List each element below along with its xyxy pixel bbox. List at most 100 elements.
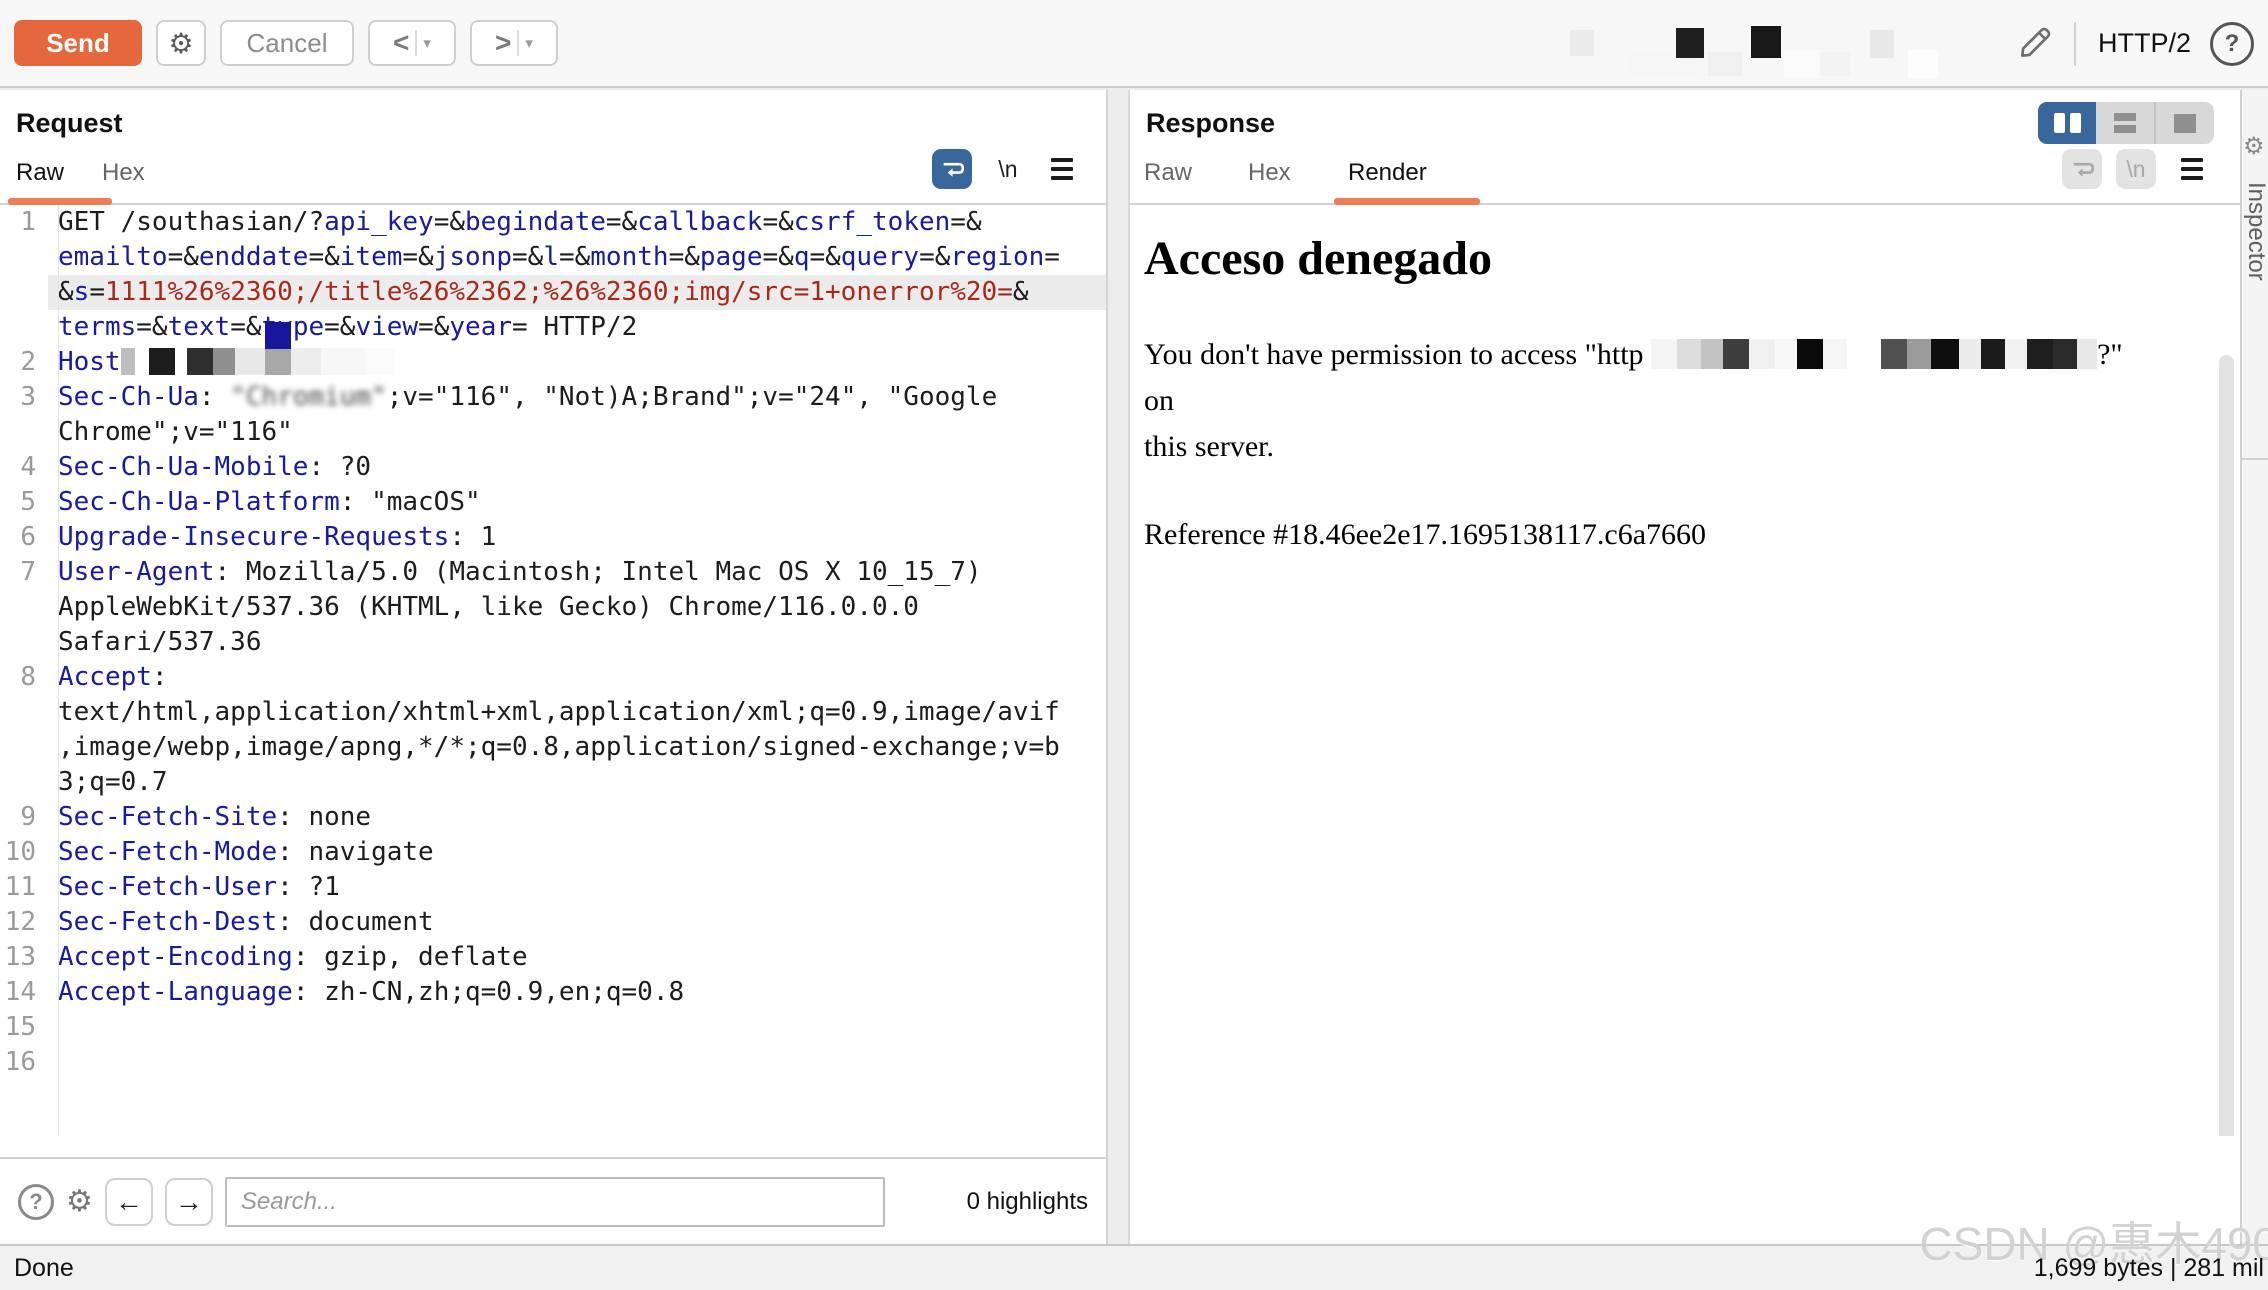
request-panel: Request Raw Hex \n 1GET /southasian/?api… bbox=[0, 90, 1108, 1244]
inspector-gear-icon[interactable]: ⚙ bbox=[2243, 132, 2265, 161]
toolbar-right-area: HTTP/2 ? bbox=[1508, 0, 2268, 88]
request-search-bar: ? ⚙ ← → 0 highlights bbox=[0, 1157, 1106, 1244]
tab-response-raw[interactable]: Raw bbox=[1144, 159, 1192, 187]
render-heading: Acceso denegado bbox=[1144, 231, 2240, 286]
inspector-collapsed-strip[interactable]: ⚙ Inspector bbox=[2240, 90, 2268, 1244]
request-code-row: emailto=&enddate=&item=&jsonp=&l=&month=… bbox=[0, 240, 1106, 275]
request-code-row: 16 bbox=[0, 1045, 1106, 1080]
code-token: Sec-Fetch-Dest bbox=[58, 907, 277, 937]
code-token: text bbox=[168, 312, 231, 342]
single-layout-icon bbox=[2174, 114, 2196, 133]
active-tab-underline bbox=[8, 198, 112, 205]
code-token: = bbox=[89, 277, 105, 307]
search-prev-button[interactable]: ← bbox=[105, 1178, 153, 1226]
help-icon[interactable]: ? bbox=[2210, 22, 2254, 66]
request-menu-button[interactable] bbox=[1042, 149, 1082, 189]
chevron-down-icon[interactable]: ▾ bbox=[423, 34, 431, 52]
code-token: Accept-Encoding bbox=[58, 942, 293, 972]
code-token: Accept-Language bbox=[58, 977, 293, 1007]
code-text: Host bbox=[48, 345, 1106, 380]
code-text: User-Agent: Mozilla/5.0 (Macintosh; Inte… bbox=[48, 555, 1106, 590]
code-token: User-Agent bbox=[58, 557, 215, 587]
request-code-row: 9Sec-Fetch-Site: none bbox=[0, 800, 1106, 835]
redaction-block bbox=[2027, 339, 2053, 369]
request-code-row: 12Sec-Fetch-Dest: document bbox=[0, 905, 1106, 940]
request-code-row: 10Sec-Fetch-Mode: navigate bbox=[0, 835, 1106, 870]
line-number: 11 bbox=[0, 870, 48, 905]
line-number bbox=[0, 275, 48, 310]
line-number: 15 bbox=[0, 1010, 48, 1045]
code-token: Sec-Fetch-User bbox=[58, 872, 277, 902]
redaction-block bbox=[1701, 339, 1723, 369]
line-number: 14 bbox=[0, 975, 48, 1010]
redaction-block bbox=[2053, 339, 2077, 369]
request-panel-title: Request bbox=[0, 90, 1106, 139]
code-token: =& bbox=[434, 207, 465, 237]
word-wrap-icon bbox=[940, 157, 964, 181]
tab-request-hex[interactable]: Hex bbox=[102, 159, 145, 187]
search-input[interactable] bbox=[225, 1177, 885, 1227]
redaction-block bbox=[1823, 339, 1847, 369]
search-next-button[interactable]: → bbox=[165, 1178, 213, 1226]
redaction-block bbox=[1908, 50, 1938, 78]
code-token: : 1 bbox=[449, 522, 496, 552]
code-text: Sec-Fetch-User: ?1 bbox=[48, 870, 1106, 905]
line-number: 5 bbox=[0, 485, 48, 520]
word-wrap-toggle-button-disabled[interactable] bbox=[2062, 149, 2102, 189]
redaction-block bbox=[1775, 339, 1797, 369]
redaction-block bbox=[1981, 339, 2005, 369]
code-token: : ?0 bbox=[308, 452, 371, 482]
redaction-block bbox=[121, 348, 135, 375]
redaction-block bbox=[1847, 339, 1881, 369]
code-token: page bbox=[700, 242, 763, 272]
code-text: Sec-Fetch-Mode: navigate bbox=[48, 835, 1106, 870]
code-token: Host bbox=[58, 347, 121, 377]
code-text: Accept-Encoding: gzip, deflate bbox=[48, 940, 1106, 975]
send-settings-button[interactable]: ⚙ bbox=[156, 20, 206, 66]
layout-rows-button[interactable] bbox=[2096, 102, 2154, 144]
request-code-row: 8Accept: bbox=[0, 660, 1106, 695]
redaction-block bbox=[291, 348, 321, 375]
response-scrollbar[interactable] bbox=[2219, 355, 2234, 1136]
redaction-block bbox=[1570, 30, 1594, 56]
code-text: Sec-Ch-Ua-Mobile: ?0 bbox=[48, 450, 1106, 485]
response-menu-button[interactable] bbox=[2172, 149, 2212, 189]
line-number: 7 bbox=[0, 555, 48, 590]
cancel-button[interactable]: Cancel bbox=[220, 20, 354, 66]
send-button[interactable]: Send bbox=[14, 20, 142, 66]
redaction-block bbox=[1751, 26, 1781, 58]
url-redaction bbox=[1651, 338, 2097, 371]
code-token: =& bbox=[168, 242, 199, 272]
layout-single-button[interactable] bbox=[2156, 102, 2214, 144]
code-text: terms=&text=&type=&view=&year= HTTP/2 bbox=[48, 310, 1106, 345]
search-help-icon[interactable]: ? bbox=[18, 1184, 54, 1220]
request-code-row: 13Accept-Encoding: gzip, deflate bbox=[0, 940, 1106, 975]
edit-target-pencil-icon[interactable] bbox=[2016, 24, 2054, 62]
redaction-block bbox=[1907, 339, 1931, 369]
request-code-row: 5Sec-Ch-Ua-Platform: "macOS" bbox=[0, 485, 1106, 520]
back-button[interactable]: < ▾ bbox=[368, 20, 456, 66]
gear-icon: ⚙ bbox=[168, 27, 193, 60]
tab-request-raw[interactable]: Raw bbox=[16, 159, 64, 187]
layout-columns-button[interactable] bbox=[2038, 102, 2096, 144]
request-editor[interactable]: 1GET /southasian/?api_key=&begindate=&ca… bbox=[0, 205, 1106, 1136]
code-token: =& bbox=[308, 242, 339, 272]
hamburger-menu-icon bbox=[2181, 158, 2203, 180]
word-wrap-toggle-button[interactable] bbox=[932, 149, 972, 189]
tab-response-render[interactable]: Render bbox=[1348, 159, 1427, 187]
code-token: q bbox=[794, 242, 810, 272]
code-token: : "macOS" bbox=[340, 487, 481, 517]
show-newlines-button[interactable]: \n bbox=[988, 149, 1028, 189]
code-token: Upgrade-Insecure-Requests bbox=[58, 522, 449, 552]
forward-button[interactable]: > ▾ bbox=[470, 20, 558, 66]
line-number bbox=[0, 310, 48, 345]
code-token: text/html,application/xhtml+xml,applicat… bbox=[58, 697, 1060, 727]
redaction-block bbox=[1959, 339, 1981, 369]
search-settings-gear-icon[interactable]: ⚙ bbox=[66, 1184, 93, 1219]
show-newlines-button-disabled[interactable]: \n bbox=[2116, 149, 2156, 189]
chevron-down-icon[interactable]: ▾ bbox=[525, 34, 533, 52]
code-text: Chrome";v="116" bbox=[48, 415, 1106, 450]
redaction-block bbox=[1676, 28, 1704, 58]
redaction-block bbox=[265, 322, 291, 349]
tab-response-hex[interactable]: Hex bbox=[1248, 159, 1291, 187]
